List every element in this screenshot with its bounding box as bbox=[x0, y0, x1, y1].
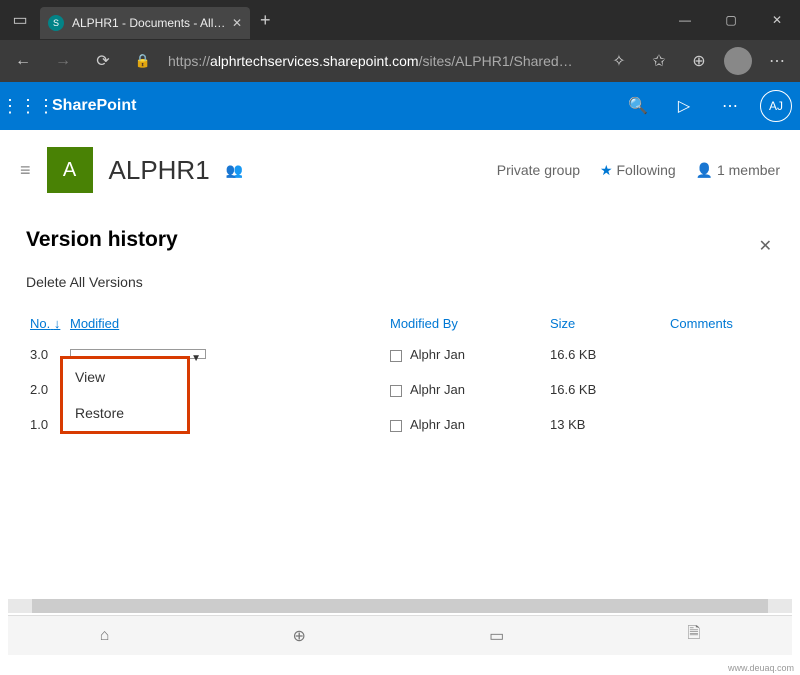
privacy-label: Private group bbox=[497, 162, 580, 178]
col-modified-by[interactable]: Modified By bbox=[386, 310, 546, 337]
browser-tab[interactable]: S ALPHR1 - Documents - All Docu ✕ bbox=[40, 7, 250, 39]
globe-icon[interactable]: ⊕ bbox=[293, 626, 306, 646]
forward-button[interactable]: → bbox=[48, 46, 78, 76]
checkbox[interactable] bbox=[390, 420, 402, 432]
sharepoint-favicon: S bbox=[48, 15, 64, 31]
minimize-button[interactable]: ― bbox=[662, 0, 708, 40]
read-aloud-icon[interactable]: ✧ bbox=[604, 51, 634, 71]
horizontal-scrollbar[interactable] bbox=[8, 599, 792, 613]
browser-titlebar: ▭ S ALPHR1 - Documents - All Docu ✕ + ― … bbox=[0, 0, 800, 40]
menu-restore[interactable]: Restore bbox=[63, 395, 187, 431]
settings-more-icon[interactable]: ⋯ bbox=[714, 96, 746, 116]
lock-icon[interactable]: 🔒 bbox=[128, 46, 158, 76]
site-name[interactable]: ALPHR1 bbox=[109, 155, 210, 186]
delete-all-link[interactable]: Delete All Versions bbox=[26, 274, 774, 290]
user-link[interactable]: Alphr Jan bbox=[410, 382, 465, 397]
tab-title: ALPHR1 - Documents - All Docu bbox=[72, 16, 226, 30]
url-text[interactable]: https://alphrtechservices.sharepoint.com… bbox=[168, 53, 594, 69]
col-comments[interactable]: Comments bbox=[666, 310, 774, 337]
checkbox[interactable] bbox=[390, 385, 402, 397]
sort-desc-icon: ↓ bbox=[54, 316, 61, 331]
home-icon[interactable]: ⌂ bbox=[100, 627, 110, 645]
user-link[interactable]: Alphr Jan bbox=[410, 417, 465, 432]
collections-icon[interactable]: ⊕ bbox=[684, 51, 714, 71]
chevron-down-icon: ▼ bbox=[191, 353, 201, 364]
watermark: www.deuaq.com bbox=[728, 663, 794, 673]
user-link[interactable]: Alphr Jan bbox=[410, 347, 465, 362]
sharepoint-brand[interactable]: SharePoint bbox=[52, 97, 136, 115]
members-button[interactable]: 👤 1 member bbox=[696, 162, 780, 179]
star-icon: ★ bbox=[600, 162, 613, 178]
favorites-icon[interactable]: ✩ bbox=[644, 51, 674, 71]
browser-address-bar: ← → ⟳ 🔒 https://alphrtechservices.sharep… bbox=[0, 40, 800, 82]
site-header: ≡ A ALPHR1 👥 Private group ★ Following 👤… bbox=[0, 130, 800, 210]
version-context-menu: View Restore bbox=[60, 356, 190, 434]
panel-title: Version history bbox=[26, 228, 774, 252]
new-tab-button[interactable]: + bbox=[260, 10, 271, 31]
comments-cell bbox=[666, 407, 774, 442]
refresh-button[interactable]: ⟳ bbox=[88, 46, 118, 76]
following-button[interactable]: ★ Following bbox=[600, 162, 676, 179]
tab-actions-icon[interactable]: ▭ bbox=[0, 10, 40, 30]
profile-avatar[interactable] bbox=[724, 47, 752, 75]
back-button[interactable]: ← bbox=[8, 46, 38, 76]
col-modified[interactable]: Modified bbox=[66, 310, 386, 337]
teams-icon[interactable]: 👥 bbox=[226, 162, 243, 179]
footer-toolbar: ⌂ ⊕ ▭ 🗎 bbox=[8, 615, 792, 655]
user-avatar[interactable]: AJ bbox=[760, 90, 792, 122]
maximize-button[interactable]: ▢ bbox=[708, 0, 754, 40]
close-panel-icon[interactable]: ✕ bbox=[759, 236, 772, 256]
person-icon: 👤 bbox=[696, 162, 713, 178]
size-cell: 16.6 KB bbox=[546, 337, 666, 372]
document-icon[interactable]: 🗎 bbox=[687, 622, 700, 649]
comments-cell bbox=[666, 337, 774, 372]
scroll-thumb[interactable] bbox=[32, 599, 769, 613]
megaphone-icon[interactable]: ▷ bbox=[668, 96, 700, 116]
checkbox[interactable] bbox=[390, 350, 402, 362]
close-tab-icon[interactable]: ✕ bbox=[232, 16, 242, 30]
size-cell: 13 KB bbox=[546, 407, 666, 442]
site-logo[interactable]: A bbox=[47, 147, 93, 193]
col-size[interactable]: Size bbox=[546, 310, 666, 337]
col-no[interactable]: No. ↓ bbox=[26, 310, 66, 337]
search-icon[interactable]: 🔍 bbox=[622, 96, 654, 116]
comments-cell bbox=[666, 372, 774, 407]
card-icon[interactable]: ▭ bbox=[489, 626, 504, 646]
more-icon[interactable]: ⋯ bbox=[762, 51, 792, 71]
nav-toggle-icon[interactable]: ≡ bbox=[20, 160, 31, 181]
size-cell: 16.6 KB bbox=[546, 372, 666, 407]
close-window-button[interactable]: ✕ bbox=[754, 0, 800, 40]
menu-view[interactable]: View bbox=[63, 359, 187, 395]
suite-header: ⋮⋮⋮ SharePoint 🔍 ▷ ⋯ AJ bbox=[0, 82, 800, 130]
app-launcher-icon[interactable]: ⋮⋮⋮ bbox=[8, 96, 48, 117]
